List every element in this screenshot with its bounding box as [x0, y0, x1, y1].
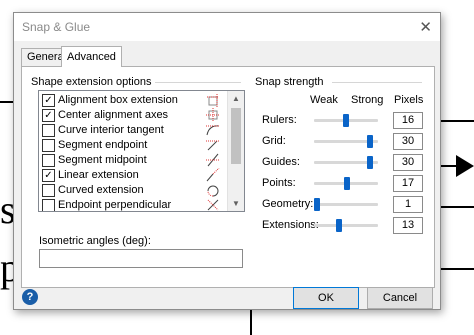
list-item[interactable]: Segment midpoint [39, 153, 227, 168]
shape-extension-list[interactable]: ✓ Alignment box extension ✓ Center alignmen… [38, 90, 245, 212]
list-item[interactable]: ✓ Alignment box extension [39, 93, 227, 108]
snap-slider-track[interactable] [314, 203, 378, 206]
list-item[interactable]: Curved extension [39, 183, 227, 198]
close-icon[interactable]: ✕ [419, 18, 432, 36]
scroll-up-icon[interactable]: ▲ [232, 94, 240, 103]
pixels-input[interactable]: 1 [393, 196, 423, 213]
list-item-label: Linear extension [58, 169, 139, 181]
checkbox[interactable] [42, 139, 55, 152]
canvas-line [250, 309, 252, 335]
cancel-button[interactable]: Cancel [367, 287, 433, 309]
checkbox[interactable] [42, 184, 55, 197]
list-item-label: Center alignment axes [58, 109, 169, 121]
linear-extension-icon [205, 167, 221, 182]
list-item-label: Segment endpoint [58, 139, 148, 151]
list-item-label: Curved extension [58, 184, 144, 196]
isometric-angles-label: Isometric angles (deg): [39, 235, 151, 247]
endpoint-perpendicular-icon [205, 198, 221, 211]
pixels-input[interactable]: 13 [393, 217, 423, 234]
canvas-line [0, 101, 13, 103]
list-item[interactable]: ✓ Center alignment axes [39, 108, 227, 123]
snap-slider-thumb[interactable] [367, 135, 373, 148]
snap-slider-thumb[interactable] [314, 198, 320, 211]
checkbox[interactable]: ✓ [42, 94, 55, 107]
canvas-line [440, 268, 474, 270]
checkbox[interactable]: ✓ [42, 109, 55, 122]
list-item[interactable]: Curve interior tangent [39, 123, 227, 138]
help-icon[interactable]: ? [22, 289, 38, 305]
snap-slider-thumb[interactable] [336, 219, 342, 232]
snap-row-label: Points: [262, 177, 296, 189]
snap-glue-dialog: Snap & Glue ✕ General Advanced Shape ext… [13, 12, 441, 310]
canvas-line [440, 206, 474, 208]
snap-slider-thumb[interactable] [344, 177, 350, 190]
pixels-input[interactable]: 17 [393, 175, 423, 192]
snap-slider-track[interactable] [314, 224, 378, 227]
list-item-label: Segment midpoint [58, 154, 147, 166]
checkbox[interactable] [42, 124, 55, 137]
snap-strength-group-label: Snap strength [255, 76, 328, 88]
center-axes-icon [205, 108, 221, 122]
ok-button[interactable]: OK [293, 287, 359, 309]
list-scrollbar[interactable]: ▲ ▼ [227, 91, 244, 211]
alignment-box-icon [205, 93, 221, 107]
canvas-line [440, 120, 474, 122]
shape-extension-group-label: Shape extension options [31, 76, 156, 88]
group-divider [332, 82, 422, 83]
snap-row-label: Guides: [262, 156, 300, 168]
pixels-input[interactable]: 30 [393, 154, 423, 171]
checkbox[interactable] [42, 154, 55, 167]
weak-header: Weak [310, 94, 338, 106]
snap-row-label: Rulers: [262, 114, 297, 126]
dialog-title: Snap & Glue [22, 20, 91, 34]
pixels-input[interactable]: 16 [393, 112, 423, 129]
curved-extension-icon [205, 183, 221, 197]
list-item-label: Endpoint perpendicular [58, 199, 172, 211]
scrollbar-thumb[interactable] [231, 108, 241, 164]
curve-tangent-icon [205, 123, 221, 137]
segment-midpoint-icon [205, 153, 221, 167]
snap-row-label: Grid: [262, 135, 286, 147]
pixels-header: Pixels [394, 94, 424, 106]
snap-slider-thumb[interactable] [367, 156, 373, 169]
checkbox[interactable]: ✓ [42, 169, 55, 182]
tab-advanced[interactable]: Advanced [61, 46, 122, 67]
list-item-label: Curve interior tangent [58, 124, 164, 136]
snap-slider-thumb[interactable] [343, 114, 349, 127]
list-item-label: Alignment box extension [58, 94, 178, 106]
snap-row-label: Extensions: [262, 219, 319, 231]
checkbox[interactable] [42, 199, 55, 211]
connector-arrowhead [456, 155, 474, 177]
list-item[interactable]: ✓ Linear extension [39, 167, 227, 183]
title-bar[interactable]: Snap & Glue ✕ [14, 13, 440, 41]
pixels-input[interactable]: 30 [393, 133, 423, 150]
strong-header: Strong [351, 94, 384, 106]
scroll-down-icon[interactable]: ▼ [232, 199, 240, 208]
list-item[interactable]: Endpoint perpendicular [39, 198, 227, 211]
isometric-angles-input[interactable] [39, 249, 243, 268]
list-item[interactable]: Segment endpoint [39, 138, 227, 153]
snap-row-label: Geometry: [262, 198, 314, 210]
segment-endpoint-icon [205, 138, 221, 152]
